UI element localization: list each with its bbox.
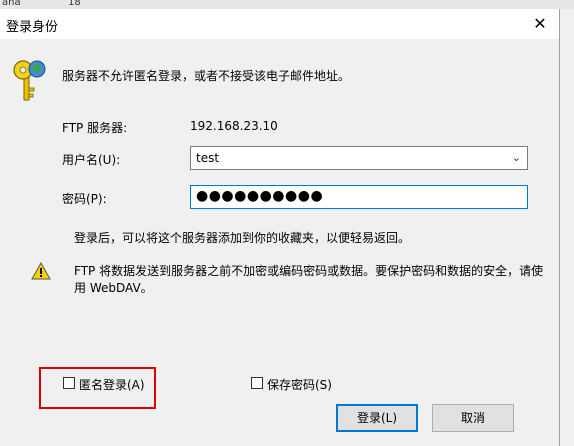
chevron-down-icon[interactable]: ⌄ bbox=[512, 151, 521, 164]
anonymous-label[interactable]: 匿名登录(A) bbox=[79, 376, 145, 393]
background-app-fragment: ana bbox=[2, 0, 21, 8]
username-label: 用户名(U): bbox=[62, 153, 121, 167]
info-text: 登录后，可以将这个服务器添加到你的收藏夹，以便轻易返回。 bbox=[74, 231, 411, 245]
background-window-strip: ana 18 bbox=[0, 0, 574, 9]
dialog-title: 登录身份 bbox=[6, 20, 59, 35]
save-password-label[interactable]: 保存密码(S) bbox=[267, 376, 332, 393]
username-value: test bbox=[196, 151, 220, 165]
background-font-size: 18 bbox=[68, 0, 81, 8]
password-label: 密码(P): bbox=[62, 192, 107, 206]
key-icon bbox=[13, 60, 46, 101]
ftp-server-value: 192.168.23.10 bbox=[190, 119, 278, 133]
warning-text-line1: FTP 将数据发送到服务器之前不加密或编码密码或数据。要保护密码和数据的安全，请… bbox=[74, 264, 544, 278]
save-password-checkbox[interactable] bbox=[251, 377, 263, 389]
warning-icon bbox=[31, 262, 51, 280]
password-mask: ●●●●●●●●●● bbox=[196, 188, 324, 204]
anonymous-checkbox[interactable] bbox=[63, 377, 75, 389]
password-field[interactable]: ●●●●●●●●●● bbox=[190, 185, 528, 209]
username-combobox[interactable]: test ⌄ bbox=[190, 146, 528, 170]
title-bar: 登录身份 ✕ bbox=[0, 9, 559, 39]
login-button[interactable]: 登录(L) bbox=[336, 404, 418, 432]
ftp-server-label: FTP 服务器: bbox=[62, 121, 128, 135]
cancel-button[interactable]: 取消 bbox=[432, 404, 514, 432]
close-button[interactable]: ✕ bbox=[530, 14, 550, 34]
error-message: 服务器不允许匿名登录，或者不接受该电子邮件地址。 bbox=[62, 69, 351, 83]
warning-text-line2: 用 WebDAV。 bbox=[74, 281, 153, 295]
login-dialog: 登录身份 ✕ 服务器不允许匿名登录，或者不接受该电子邮件地址。 FTP 服务器:… bbox=[0, 9, 560, 446]
